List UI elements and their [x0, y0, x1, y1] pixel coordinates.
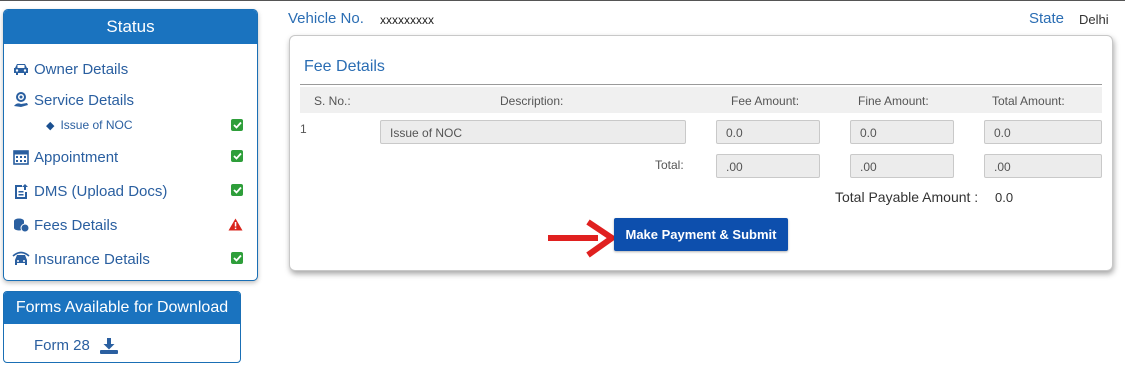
column-header-sno: S. No.: [314, 94, 351, 108]
check-icon [231, 150, 243, 162]
state-label: State [1029, 10, 1065, 27]
status-item-fees-details[interactable]: Fees Details [12, 213, 247, 237]
description-field: Issue of NOC [380, 120, 686, 144]
vehicle-number-label: Vehicle No. [288, 10, 364, 27]
service-icon [12, 91, 30, 109]
red-arrow-icon [548, 219, 618, 263]
fee-amount-field: 0.0 [716, 120, 820, 144]
total-amount-field: 0.0 [984, 120, 1102, 144]
status-item-service-details[interactable]: Service Details [12, 88, 247, 112]
forms-panel-title: Forms Available for Download [4, 292, 240, 324]
status-item-label: Insurance Details [34, 250, 150, 268]
fee-details-title: Fee Details [304, 58, 385, 75]
status-item-label: Appointment [34, 148, 119, 166]
status-panel-title: Status [4, 10, 257, 44]
column-header-description: Description: [500, 94, 564, 108]
total-fine-field: .00 [850, 154, 954, 178]
status-item-insurance-details[interactable]: Insurance Details [12, 247, 247, 271]
diamond-bullet-icon: ◆ [46, 119, 55, 132]
grand-total-field: .00 [984, 154, 1102, 178]
column-header-fee-amount: Fee Amount: [731, 94, 800, 108]
make-payment-submit-button[interactable]: Make Payment & Submit [614, 218, 788, 251]
column-header-total-amount: Total Amount: [992, 94, 1065, 108]
warning-icon [228, 218, 243, 235]
form-link-label: Form 28 [34, 337, 90, 354]
status-item-dms-upload-docs[interactable]: DMS (Upload Docs) [12, 179, 247, 203]
insurance-icon [12, 250, 30, 268]
status-item-label: Service Details [34, 91, 135, 109]
sub-item-label: Issue of NOC [60, 118, 133, 132]
status-item-label: DMS (Upload Docs) [34, 182, 168, 200]
column-header-fine-amount: Fine Amount: [858, 94, 929, 108]
form-28-download-link[interactable]: Form 28 [34, 337, 118, 354]
check-icon [231, 252, 243, 264]
total-payable-value: 0.0 [995, 190, 1014, 205]
total-payable-label: Total Payable Amount : [835, 189, 979, 205]
status-panel: Status Owner Details Service Details ◆ I… [3, 9, 258, 281]
sub-item-issue-of-noc[interactable]: ◆ Issue of NOC [46, 116, 247, 134]
status-item-owner-details[interactable]: Owner Details [12, 57, 247, 81]
row-sno: 1 [300, 122, 307, 136]
status-item-label: Fees Details [34, 216, 118, 234]
coins-icon [12, 216, 30, 234]
check-icon [231, 119, 243, 131]
upload-doc-icon [12, 182, 30, 200]
forms-download-panel: Forms Available for Download Form 28 [3, 291, 241, 363]
calendar-icon [12, 148, 30, 166]
download-icon [99, 337, 118, 354]
fee-details-card: Fee Details S. No.: Description: Fee Amo… [289, 35, 1113, 271]
car-icon [12, 60, 30, 78]
vehicle-number-value: xxxxxxxxx [380, 13, 434, 27]
total-fee-field: .00 [716, 154, 820, 178]
fine-amount-field: 0.0 [850, 120, 954, 144]
total-label: Total: [655, 158, 684, 172]
table-header-row: S. No.: Description: Fee Amount: Fine Am… [300, 87, 1102, 113]
status-item-label: Owner Details [34, 60, 129, 78]
check-icon [231, 184, 243, 196]
divider [300, 84, 1102, 85]
state-value: Delhi [1079, 12, 1109, 27]
status-item-appointment[interactable]: Appointment [12, 145, 247, 169]
